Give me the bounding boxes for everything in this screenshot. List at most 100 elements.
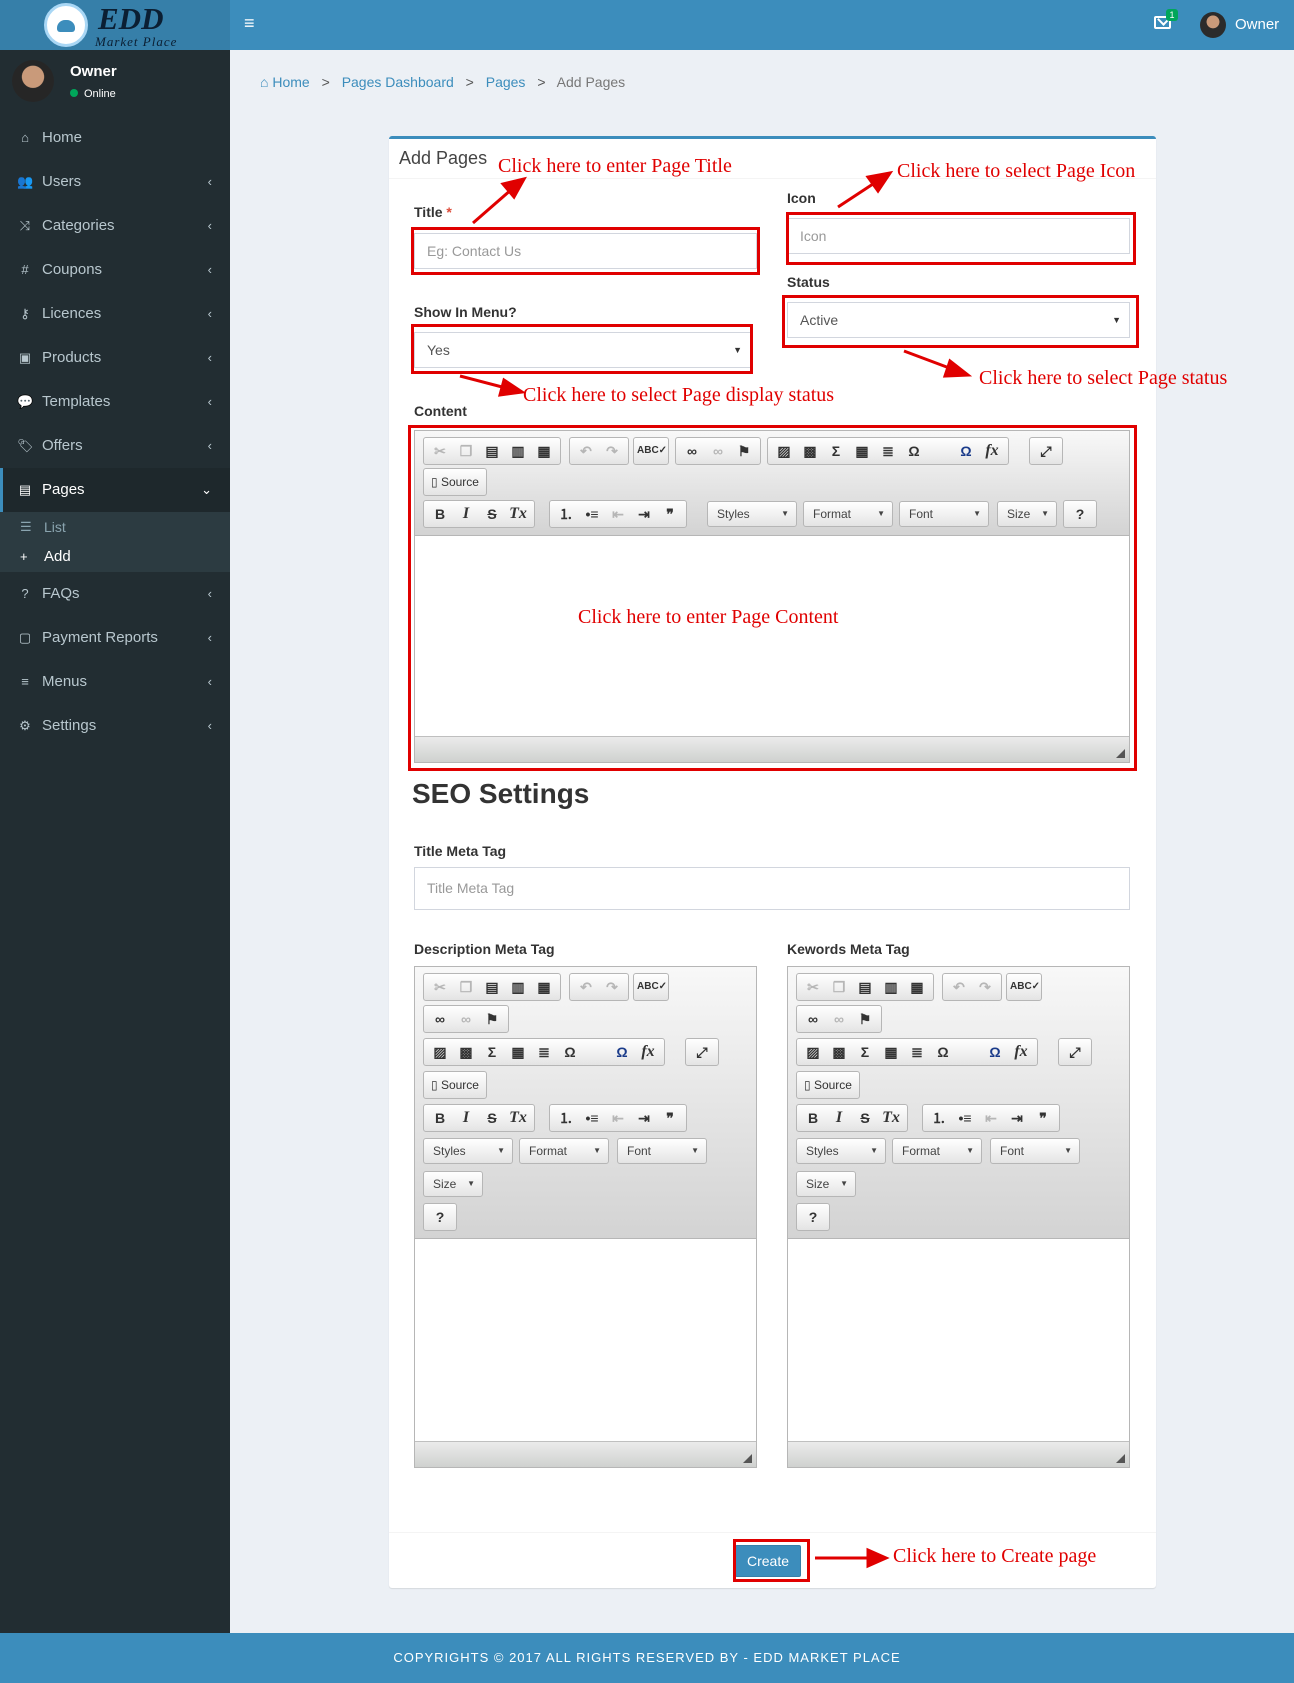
remove-format-icon[interactable]: Tx (505, 1105, 531, 1131)
sidebar-item-faqs[interactable]: ? FAQs ‹ (0, 572, 230, 616)
anchor-flag-icon[interactable]: ⚑ (479, 1006, 505, 1032)
keywords-editor[interactable]: ✂ ❐ ▤ ▥ ▦ ↶ ↷ ABC✓ ∞ ∞ ⚑ ▨ ▩ Σ ▦ ≣ Ω Ω f… (787, 966, 1130, 1468)
link-icon[interactable]: ∞ (427, 1006, 453, 1032)
horizontal-line-icon[interactable]: ≣ (904, 1039, 930, 1065)
indent-icon[interactable]: ⇥ (631, 1105, 657, 1131)
image-icon[interactable]: ▨ (427, 1039, 453, 1065)
italic-icon[interactable]: I (826, 1105, 852, 1131)
omega-icon[interactable]: Ω (982, 1039, 1008, 1065)
sidebar-item-coupons[interactable]: # Coupons ‹ (0, 248, 230, 292)
fx-icon[interactable]: fx (635, 1039, 661, 1065)
paste-word-icon[interactable]: ▦ (531, 974, 557, 1000)
special-char-icon[interactable]: Ω (557, 1039, 583, 1065)
resize-handle-icon[interactable] (743, 1454, 752, 1463)
sidebar-item-products[interactable]: ▣ Products ‹ (0, 336, 230, 380)
sidebar-item-settings[interactable]: ⚙ Settings ‹ (0, 704, 230, 748)
copy-icon[interactable]: ❐ (453, 974, 479, 1000)
outdent-icon[interactable]: ⇤ (978, 1105, 1004, 1131)
spellcheck-icon[interactable]: ABC✓ (637, 974, 667, 1000)
sidebar-subitem-list[interactable]: ☰ List (0, 512, 230, 542)
bold-icon[interactable]: B (427, 1105, 453, 1131)
maximize-icon[interactable]: ⤢ (1062, 1039, 1088, 1065)
size-combo[interactable]: Size ▼ (423, 1171, 483, 1197)
strike-icon[interactable]: S (852, 1105, 878, 1131)
sidebar-subitem-add[interactable]: + Add (0, 542, 230, 572)
sidebar-item-pages[interactable]: ▤ Pages ⌄ (0, 468, 230, 512)
fx-icon[interactable]: fx (1008, 1039, 1034, 1065)
source-button[interactable]: ▯ Source (800, 1072, 856, 1098)
size-combo[interactable]: Size ▼ (796, 1171, 856, 1197)
sidebar-item-home[interactable]: ⌂ Home (0, 116, 230, 160)
table-icon[interactable]: ▦ (505, 1039, 531, 1065)
description-editor[interactable]: ✂ ❐ ▤ ▥ ▦ ↶ ↷ ABC✓ ∞ ∞ ⚑ ▨ ▩ Σ ▦ ≣ Ω Ω f… (414, 966, 757, 1468)
caret-down-icon: ▼ (593, 1146, 601, 1155)
sidebar-item-users[interactable]: 👥 Users ‹ (0, 160, 230, 204)
paste-icon[interactable]: ▤ (479, 974, 505, 1000)
link-icon[interactable]: ∞ (800, 1006, 826, 1032)
italic-icon[interactable]: I (453, 1105, 479, 1131)
omega-icon[interactable]: Ω (609, 1039, 635, 1065)
logo[interactable]: EDD Market Place (0, 0, 230, 50)
blockquote-icon[interactable]: ❞ (657, 1105, 683, 1131)
horizontal-line-icon[interactable]: ≣ (531, 1039, 557, 1065)
top-user-avatar[interactable] (1200, 12, 1226, 38)
sidebar-item-menus[interactable]: ≡ Menus ‹ (0, 660, 230, 704)
sidebar-item-payment-reports[interactable]: ▢ Payment Reports ‹ (0, 616, 230, 660)
image-icon[interactable]: ▨ (800, 1039, 826, 1065)
indent-icon[interactable]: ⇥ (1004, 1105, 1030, 1131)
source-button[interactable]: ▯ Source (427, 1072, 483, 1098)
sidebar-toggle-icon[interactable]: ≡ (244, 14, 258, 32)
resize-handle-icon[interactable] (1116, 1454, 1125, 1463)
undo-icon[interactable]: ↶ (573, 974, 599, 1000)
cut-icon[interactable]: ✂ (427, 974, 453, 1000)
breadcrumb-pages-link[interactable]: Pages (486, 74, 526, 90)
flash-icon[interactable]: ▩ (826, 1039, 852, 1065)
redo-icon[interactable]: ↷ (599, 974, 625, 1000)
help-icon[interactable]: ? (800, 1204, 826, 1230)
copy-icon[interactable]: ❐ (826, 974, 852, 1000)
spellcheck-icon[interactable]: ABC✓ (1010, 974, 1040, 1000)
remove-format-icon[interactable]: Tx (878, 1105, 904, 1131)
bulleted-list-icon[interactable]: •≡ (579, 1105, 605, 1131)
sidebar-item-categories[interactable]: ⤨ Categories ‹ (0, 204, 230, 248)
sidebar-item-templates[interactable]: 💬 Templates ‹ (0, 380, 230, 424)
numbered-list-icon[interactable]: ⒈ (926, 1105, 952, 1131)
format-combo[interactable]: Format ▼ (892, 1138, 982, 1164)
cut-icon[interactable]: ✂ (800, 974, 826, 1000)
format-combo[interactable]: Format ▼ (519, 1138, 609, 1164)
title-meta-input[interactable]: Title Meta Tag (414, 867, 1130, 910)
sidebar-item-offers[interactable]: 🏷 Offers ‹ (0, 424, 230, 468)
sidebar-item-licences[interactable]: ⚷ Licences ‹ (0, 292, 230, 336)
blockquote-icon[interactable]: ❞ (1030, 1105, 1056, 1131)
font-combo[interactable]: Font ▼ (617, 1138, 707, 1164)
sigma-icon[interactable]: Σ (479, 1039, 505, 1065)
bold-icon[interactable]: B (800, 1105, 826, 1131)
flash-icon[interactable]: ▩ (453, 1039, 479, 1065)
font-combo[interactable]: Font ▼ (990, 1138, 1080, 1164)
breadcrumb-home-link[interactable]: ⌂ Home (260, 74, 310, 90)
paste-word-icon[interactable]: ▦ (904, 974, 930, 1000)
unlink-icon[interactable]: ∞ (453, 1006, 479, 1032)
undo-icon[interactable]: ↶ (946, 974, 972, 1000)
special-char-icon[interactable]: Ω (930, 1039, 956, 1065)
numbered-list-icon[interactable]: ⒈ (553, 1105, 579, 1131)
bulleted-list-icon[interactable]: •≡ (952, 1105, 978, 1131)
chevron-left-icon: ‹ (207, 174, 212, 189)
maximize-icon[interactable]: ⤢ (689, 1039, 715, 1065)
paste-text-icon[interactable]: ▥ (878, 974, 904, 1000)
redo-icon[interactable]: ↷ (972, 974, 998, 1000)
help-icon[interactable]: ? (427, 1204, 453, 1230)
paste-icon[interactable]: ▤ (852, 974, 878, 1000)
outdent-icon[interactable]: ⇤ (605, 1105, 631, 1131)
styles-combo[interactable]: Styles ▼ (796, 1138, 886, 1164)
strike-icon[interactable]: S (479, 1105, 505, 1131)
paste-text-icon[interactable]: ▥ (505, 974, 531, 1000)
anchor-flag-icon[interactable]: ⚑ (852, 1006, 878, 1032)
top-user-name[interactable]: Owner (1235, 16, 1279, 33)
sigma-icon[interactable]: Σ (852, 1039, 878, 1065)
unlink-icon[interactable]: ∞ (826, 1006, 852, 1032)
table-icon[interactable]: ▦ (878, 1039, 904, 1065)
breadcrumb-dashboard-link[interactable]: Pages Dashboard (342, 74, 454, 90)
styles-combo[interactable]: Styles ▼ (423, 1138, 513, 1164)
status-highlight-box (782, 295, 1139, 348)
